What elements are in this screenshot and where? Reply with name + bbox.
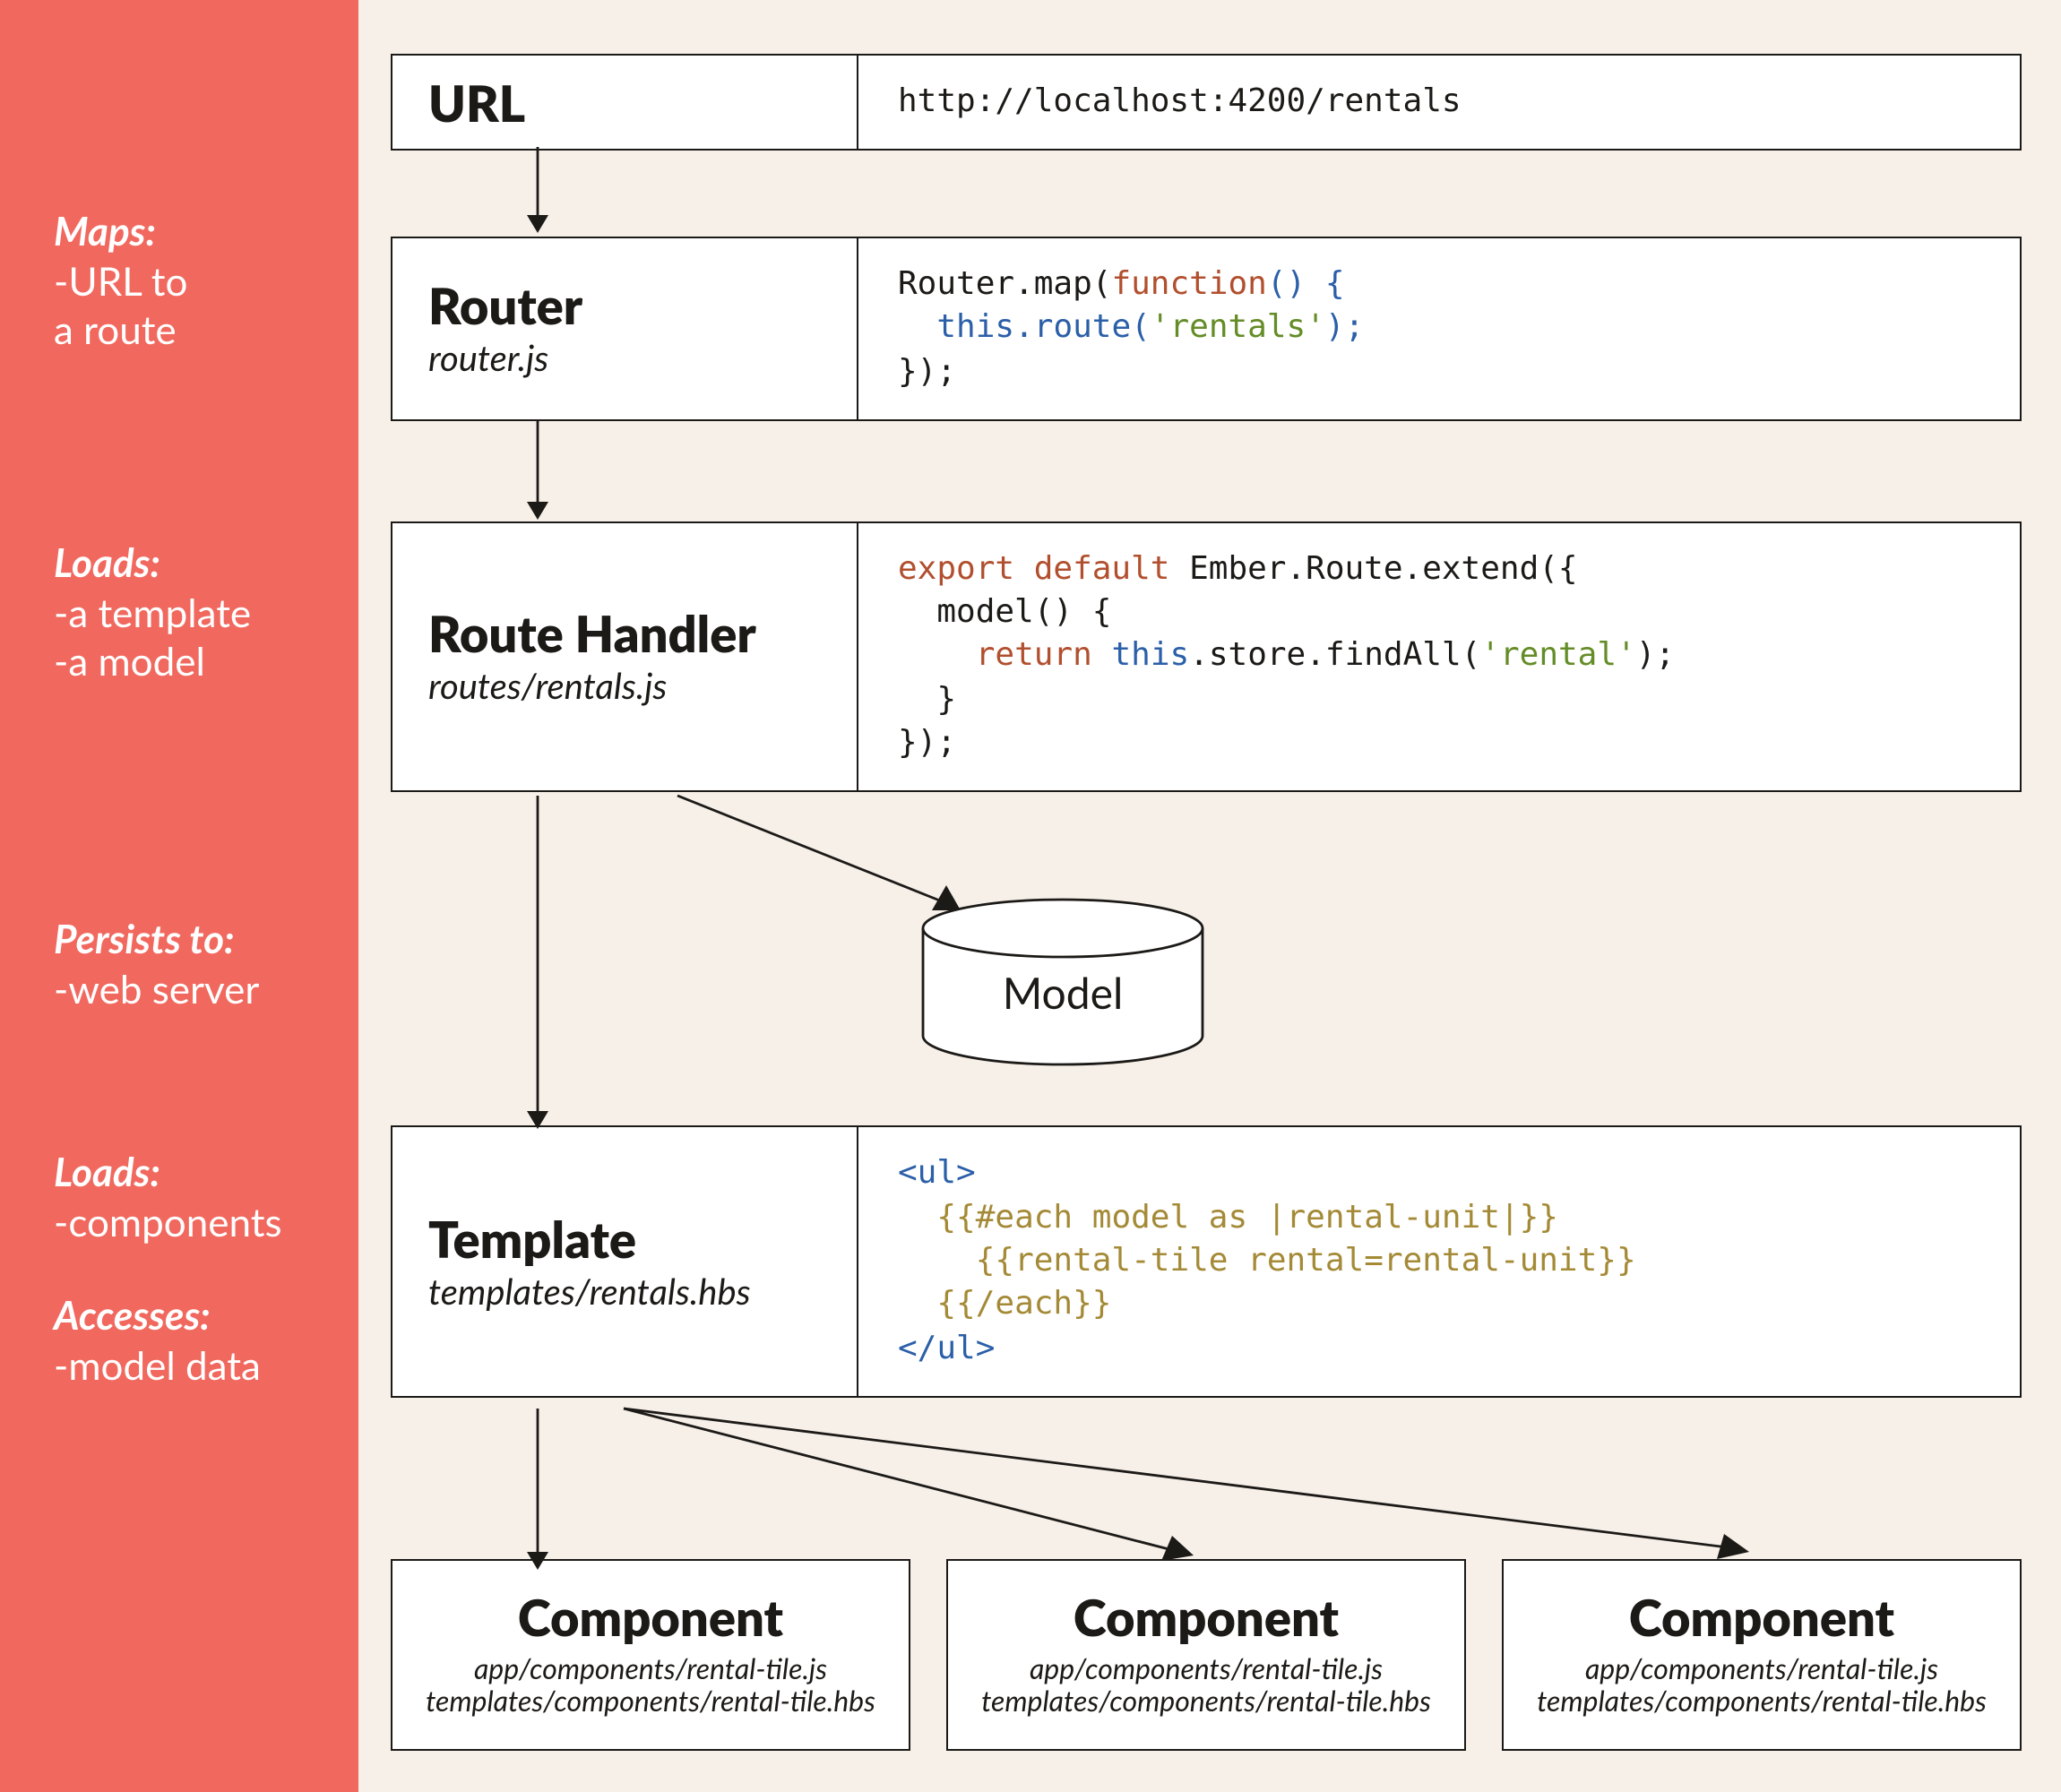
arrow-template-to-comp1 xyxy=(520,1409,556,1570)
template-box: Template templates/rentals.hbs <ul> {{#e… xyxy=(391,1126,2022,1398)
route-handler-label: Route Handler routes/rentals.js xyxy=(392,523,858,791)
components-row: Component app/components/rental-tile.js … xyxy=(391,1559,2022,1751)
router-box: Router router.js Router.map(function() {… xyxy=(391,237,2022,421)
sidebar-head: Maps: xyxy=(54,206,341,255)
model-cylinder: Model xyxy=(910,896,1215,1082)
sidebar: Maps: -URL to a route Loads: -a template… xyxy=(0,0,358,1792)
router-code: Router.map(function() { this.route('rent… xyxy=(858,238,2020,419)
diagram-main: URL http://localhost:4200/rentals Router… xyxy=(391,54,2022,1750)
arrow-route-to-template xyxy=(520,796,556,1129)
component-3: Component app/components/rental-tile.js … xyxy=(1502,1559,2022,1751)
route-handler-box: Route Handler routes/rentals.js export d… xyxy=(391,521,2022,793)
sidebar-block-persists: Persists to: -web server xyxy=(54,914,341,1012)
component-2: Component app/components/rental-tile.js … xyxy=(946,1559,1466,1751)
route-handler-code: export default Ember.Route.extend({ mode… xyxy=(858,523,2020,791)
model-label: Model xyxy=(910,968,1215,1020)
component-1: Component app/components/rental-tile.js … xyxy=(391,1559,910,1751)
template-label: Template templates/rentals.hbs xyxy=(392,1128,858,1396)
sidebar-block-maps: Maps: -URL to a route xyxy=(54,206,341,354)
sidebar-block-loads1: Loads: -a template -a model xyxy=(54,538,341,685)
arrow-router-to-route xyxy=(520,419,556,520)
arrow-template-to-comp3 xyxy=(624,1409,1771,1570)
arrow-url-to-router xyxy=(520,147,556,233)
sidebar-block-accesses: Accesses: -model data xyxy=(54,1290,341,1389)
sidebar-block-loads2: Loads: -components xyxy=(54,1147,341,1245)
url-label: URL xyxy=(392,56,858,149)
url-box: URL http://localhost:4200/rentals xyxy=(391,54,2022,151)
router-label: Router router.js xyxy=(392,238,858,419)
template-code: <ul> {{#each model as |rental-unit|}} {{… xyxy=(858,1128,2020,1396)
url-code: http://localhost:4200/rentals xyxy=(858,56,2020,149)
